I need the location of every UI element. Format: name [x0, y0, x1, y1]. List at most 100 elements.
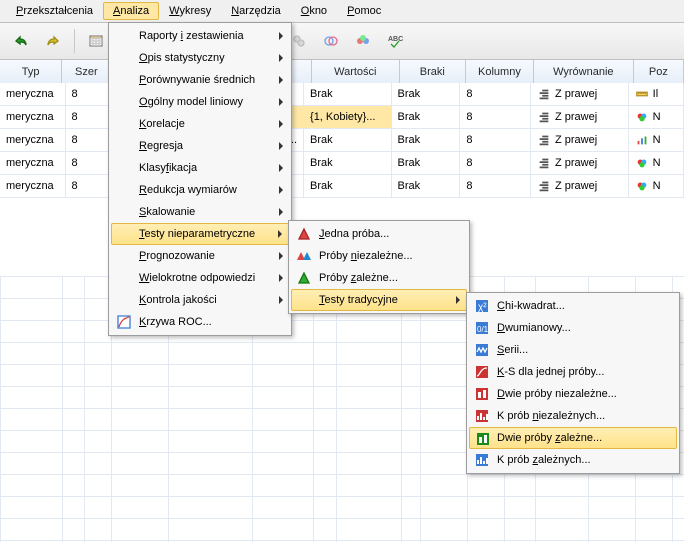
right-align-icon	[537, 133, 551, 147]
menu-item-skalowanie[interactable]: Skalowanie	[111, 201, 289, 223]
cell-wyr[interactable]: Z prawej	[531, 129, 629, 151]
cell-text: meryczna	[6, 157, 54, 169]
submenu-arrow-icon	[279, 252, 283, 260]
menu-item-krzywa-roc[interactable]: Krzywa ROC...	[111, 311, 289, 333]
menu-item-testy-nieparametryczne[interactable]: Testy nieparametryczne	[111, 223, 289, 245]
cell-text: N	[653, 111, 661, 123]
menu-item-ogólny-model-liniowy[interactable]: Ogólny model liniowy	[111, 91, 289, 113]
submenu-arrow-icon	[279, 142, 283, 150]
cell-poz[interactable]: N	[629, 129, 684, 151]
menu-item-testy-tradycyjne[interactable]: Testy tradycyjne	[291, 289, 467, 311]
cell-typ[interactable]: meryczna	[0, 106, 66, 128]
submenu-arrow-icon	[279, 186, 283, 194]
submenu-arrow-icon	[279, 76, 283, 84]
cell-typ[interactable]: meryczna	[0, 152, 66, 174]
cell-kol[interactable]: 8	[460, 106, 531, 128]
column-header-braki[interactable]: Braki	[400, 60, 466, 84]
menubar: PrzekształceniaAnalizaWykresyNarzędziaOk…	[0, 0, 684, 23]
menu-item-opis-statystyczny[interactable]: Opis statystyczny	[111, 47, 289, 69]
cell-braki[interactable]: Brak	[392, 106, 461, 128]
cell-kol[interactable]: 8	[460, 175, 531, 197]
cell-kol[interactable]: 8	[460, 129, 531, 151]
toolbar-venn-button[interactable]	[316, 26, 346, 56]
cell-braki[interactable]: Brak	[392, 175, 461, 197]
menu-item-label: Klasyfikacja	[139, 162, 197, 174]
cell-text: Brak	[310, 180, 333, 192]
menu-item-chi-kwadrat[interactable]: χ²Chi-kwadrat...	[469, 295, 677, 317]
cell-poz[interactable]: Il	[629, 83, 684, 105]
menu-item-k-s-dla-jednej-próby[interactable]: K-S dla jednej próby...	[469, 361, 677, 383]
menu-przekształcenia[interactable]: Przekształcenia	[6, 2, 103, 20]
cell-wyr[interactable]: Z prawej	[531, 175, 629, 197]
cell-wart[interactable]: Brak	[304, 129, 392, 151]
cell-wyr[interactable]: Z prawej	[531, 83, 629, 105]
column-header-szer[interactable]: Szer	[62, 60, 111, 84]
menu-item-label: Wielokrotne odpowiedzi	[139, 272, 255, 284]
menu-item-jedna-próba[interactable]: Jedna próba...	[291, 223, 467, 245]
cell-typ[interactable]: meryczna	[0, 175, 66, 197]
menu-narzędzia[interactable]: Narzędzia	[221, 2, 291, 20]
cell-kol[interactable]: 8	[460, 83, 531, 105]
cell-poz[interactable]: N	[629, 175, 684, 197]
menu-item-próby-zależne[interactable]: Próby zależne...	[291, 267, 467, 289]
toolbar-dataset-button[interactable]	[81, 26, 111, 56]
menu-item-klasyfikacja[interactable]: Klasyfikacja	[111, 157, 289, 179]
cell-poz[interactable]: N	[629, 152, 684, 174]
menu-okno[interactable]: Okno	[291, 2, 337, 20]
menu-item-korelacje[interactable]: Korelacje	[111, 113, 289, 135]
toolbar: ABC	[0, 23, 684, 60]
submenu-arrow-icon	[279, 32, 283, 40]
menu-item-redukcja-wymiarów[interactable]: Redukcja wymiarów	[111, 179, 289, 201]
toolbar-redo-button[interactable]	[38, 26, 68, 56]
cell-wyr[interactable]: Z prawej	[531, 106, 629, 128]
column-header-typ[interactable]: Typ	[0, 60, 62, 84]
menu-item-raporty-i-zestawienia[interactable]: Raporty i zestawienia	[111, 25, 289, 47]
svg-text:0/1: 0/1	[477, 325, 489, 334]
cell-wart[interactable]: {1, Kobiety}...	[304, 106, 392, 128]
menu-item-dwie-próby-niezależne[interactable]: Dwie próby niezależne...	[469, 383, 677, 405]
toolbar-abc-check-button[interactable]: ABC	[380, 26, 410, 56]
menu-analiza[interactable]: Analiza	[103, 2, 159, 20]
menu-item-prognozowanie[interactable]: Prognozowanie	[111, 245, 289, 267]
menu-wykresy[interactable]: Wykresy	[159, 2, 221, 20]
menu-item-dwie-próby-zależne[interactable]: Dwie próby zależne...	[469, 427, 677, 449]
cell-typ[interactable]: meryczna	[0, 83, 66, 105]
cell-text: 8	[466, 157, 472, 169]
cell-wyr[interactable]: Z prawej	[531, 152, 629, 174]
menu-item-dwumianowy[interactable]: 0/1Dwumianowy...	[469, 317, 677, 339]
cell-wart[interactable]: Brak	[304, 83, 392, 105]
undo-icon	[13, 33, 29, 49]
menu-pomoc[interactable]: Pomoc	[337, 2, 391, 20]
column-header-wyr[interactable]: Wyrównanie	[534, 60, 634, 84]
menu-item-serii[interactable]: Serii...	[469, 339, 677, 361]
submenu-arrow-icon	[279, 274, 283, 282]
cell-text: meryczna	[6, 134, 54, 146]
menu-item-label: Korelacje	[139, 118, 185, 130]
column-header-kol[interactable]: Kolumny	[466, 60, 534, 84]
submenu-arrow-icon	[279, 296, 283, 304]
cell-kol[interactable]: 8	[460, 152, 531, 174]
cell-braki[interactable]: Brak	[392, 83, 461, 105]
toolbar-circles-button[interactable]	[348, 26, 378, 56]
tri-red-icon	[296, 226, 312, 242]
cell-text: 8	[72, 111, 78, 123]
cell-poz[interactable]: N	[629, 106, 684, 128]
menu-item-wielokrotne-odpowiedzi[interactable]: Wielokrotne odpowiedzi	[111, 267, 289, 289]
cell-wart[interactable]: Brak	[304, 175, 392, 197]
column-header-wart[interactable]: Wartości	[312, 60, 400, 84]
cell-wart[interactable]: Brak	[304, 152, 392, 174]
menu-item-kontrola-jakości[interactable]: Kontrola jakości	[111, 289, 289, 311]
column-header-poz[interactable]: Poz	[634, 60, 684, 84]
submenu-arrow-icon	[279, 164, 283, 172]
menu-item-k-prób-niezależnych[interactable]: K prób niezależnych...	[469, 405, 677, 427]
cell-typ[interactable]: meryczna	[0, 129, 66, 151]
menu-item-próby-niezależne[interactable]: Próby niezależne...	[291, 245, 467, 267]
cell-braki[interactable]: Brak	[392, 129, 461, 151]
toolbar-undo-button[interactable]	[6, 26, 36, 56]
cell-text: 8	[72, 180, 78, 192]
cell-braki[interactable]: Brak	[392, 152, 461, 174]
menu-item-porównywanie-średnich[interactable]: Porównywanie średnich	[111, 69, 289, 91]
menu-item-label: Testy tradycyjne	[319, 294, 398, 306]
menu-item-k-prób-zależnych[interactable]: K prób zależnych...	[469, 449, 677, 471]
menu-item-regresja[interactable]: Regresja	[111, 135, 289, 157]
